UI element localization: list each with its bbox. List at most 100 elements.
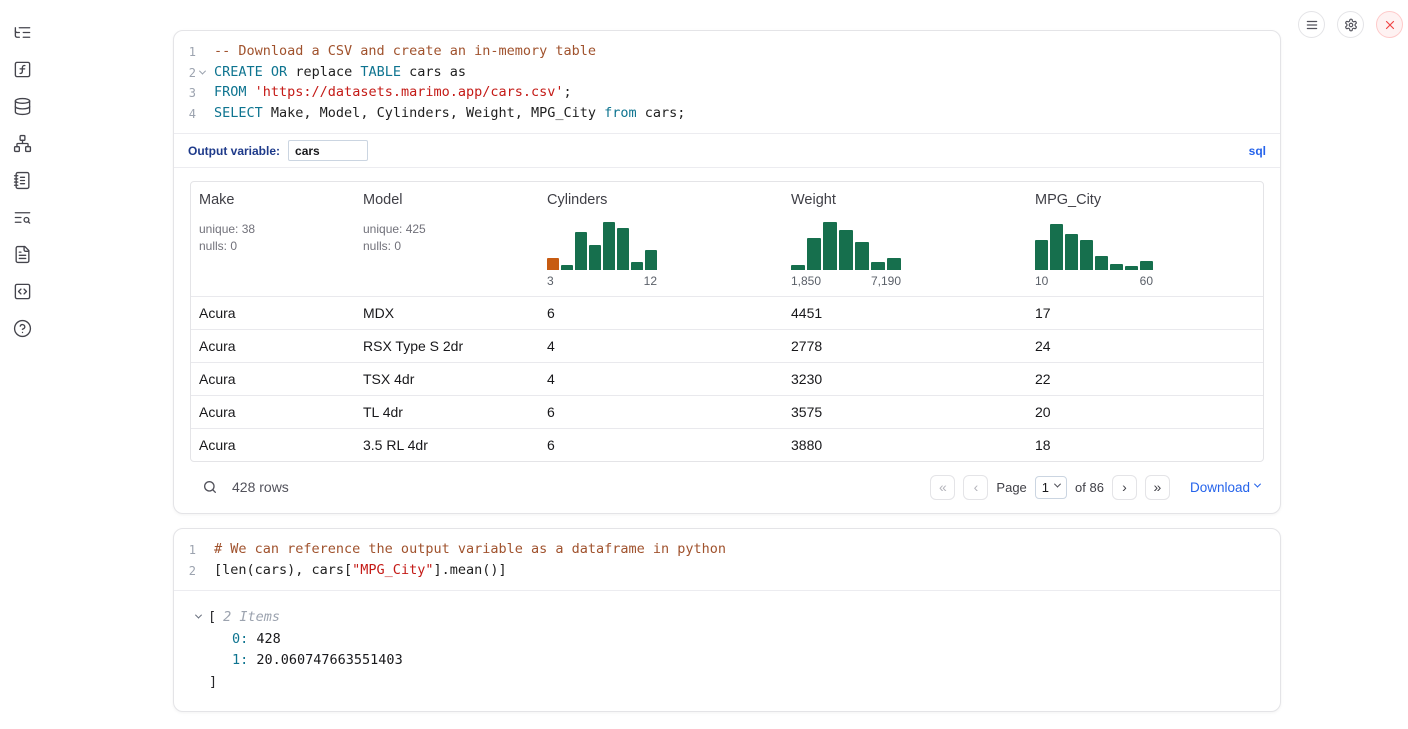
- table-cell: Acura: [191, 338, 355, 354]
- table-cell: Acura: [191, 371, 355, 387]
- language-badge: sql: [1249, 144, 1266, 158]
- prev-page-button[interactable]: ‹: [963, 475, 988, 500]
- column-histogram: 1,8507,190: [791, 218, 1027, 288]
- line-number: 4: [174, 104, 196, 125]
- line-number: 1: [174, 42, 196, 63]
- download-label: Download: [1190, 480, 1250, 495]
- page-select[interactable]: 1: [1035, 476, 1067, 499]
- table-cell: Acura: [191, 305, 355, 321]
- column-stats: unique: 425nulls: 0: [363, 221, 539, 255]
- histogram-bar: [1035, 240, 1048, 270]
- histogram-bar: [855, 242, 869, 270]
- column-name[interactable]: Cylinders: [547, 192, 783, 208]
- fold-gutter: [196, 561, 208, 582]
- histogram-bars: [547, 218, 657, 270]
- table-cell: 6: [539, 305, 783, 321]
- next-page-button[interactable]: ›: [1112, 475, 1137, 500]
- table-row: AcuraTSX 4dr4323022: [191, 362, 1263, 395]
- python-code-editor[interactable]: 1# We can reference the output variable …: [174, 529, 1280, 590]
- variables-icon[interactable]: [12, 59, 32, 79]
- gear-icon: [1344, 18, 1358, 32]
- scratchpad-icon[interactable]: [12, 170, 32, 190]
- first-page-button[interactable]: «: [930, 475, 955, 500]
- line-number: 2: [174, 561, 196, 582]
- output-variable-label: Output variable:: [188, 144, 280, 158]
- file-explorer-icon[interactable]: [12, 22, 32, 42]
- table-search-button[interactable]: [200, 477, 220, 497]
- code-line: 1-- Download a CSV and create an in-memo…: [174, 42, 1280, 63]
- table-cell: 3.5 RL 4dr: [355, 437, 539, 453]
- histogram-bar: [589, 245, 601, 270]
- histogram-bar: [1125, 266, 1138, 270]
- column-name[interactable]: Weight: [791, 192, 1027, 208]
- table-cell: 3880: [783, 437, 1027, 453]
- logs-icon[interactable]: [12, 207, 32, 227]
- code-text: # We can reference the output variable a…: [208, 540, 726, 561]
- documentation-icon[interactable]: [12, 244, 32, 264]
- open-bracket: [: [208, 607, 216, 629]
- column-name[interactable]: Model: [363, 192, 539, 208]
- line-number: 3: [174, 83, 196, 104]
- settings-button[interactable]: [1337, 11, 1364, 38]
- histogram-bar: [645, 250, 657, 270]
- output-variable-bar: Output variable: sql: [174, 133, 1280, 167]
- table-cell: 4: [539, 338, 783, 354]
- table-column-header: Cylinders 312: [539, 192, 783, 288]
- fold-chevron-icon[interactable]: [196, 63, 208, 84]
- table-cell: 20: [1027, 404, 1263, 420]
- fold-gutter: [196, 42, 208, 63]
- table-cell: 4: [539, 371, 783, 387]
- column-stats: unique: 38nulls: 0: [199, 221, 355, 255]
- shutdown-button[interactable]: [1376, 11, 1403, 38]
- python-cell: 1# We can reference the output variable …: [173, 528, 1281, 712]
- close-icon: [1383, 18, 1397, 32]
- table-column-header: MPG_City 1060: [1027, 192, 1263, 288]
- table-row: AcuraTL 4dr6357520: [191, 395, 1263, 428]
- dependency-graph-icon[interactable]: [12, 133, 32, 153]
- code-text: [len(cars), cars["MPG_City"].mean()]: [208, 561, 507, 582]
- histogram-bar: [887, 258, 901, 270]
- table-cell: TSX 4dr: [355, 371, 539, 387]
- menu-button[interactable]: [1298, 11, 1325, 38]
- table-cell: 2778: [783, 338, 1027, 354]
- output-variable-input[interactable]: [288, 140, 368, 161]
- page-label: Page: [996, 480, 1026, 495]
- histogram-bar: [1050, 224, 1063, 270]
- pagination: « ‹ Page 1 of 86 › » Download: [930, 475, 1260, 500]
- histogram-axis-labels: 1060: [1035, 274, 1153, 288]
- histogram-bar: [547, 258, 559, 270]
- python-cell-output: [ 2 Items 0: 4281: 20.060747663551403 ]: [174, 590, 1280, 711]
- table-cell: 24: [1027, 338, 1263, 354]
- table-footer: 428 rows « ‹ Page 1 of 86 › » Download: [190, 473, 1264, 501]
- histogram-bar: [1110, 264, 1123, 270]
- table-cell: 18: [1027, 437, 1263, 453]
- chevron-down-icon: [1254, 481, 1261, 488]
- table-row: AcuraRSX Type S 2dr4277824: [191, 329, 1263, 362]
- snippets-icon[interactable]: [12, 281, 32, 301]
- collapse-chevron-icon[interactable]: [196, 614, 201, 619]
- column-name[interactable]: Make: [199, 192, 355, 208]
- data-sources-icon[interactable]: [12, 96, 32, 116]
- histogram-bar: [1080, 240, 1093, 270]
- table-cell: 3575: [783, 404, 1027, 420]
- sql-code-editor[interactable]: 1-- Download a CSV and create an in-memo…: [174, 31, 1280, 133]
- table-cell: 3230: [783, 371, 1027, 387]
- table-cell: 17: [1027, 305, 1263, 321]
- output-list-header: [ 2 Items: [196, 607, 1264, 629]
- page-select-value: 1: [1042, 480, 1049, 495]
- search-icon: [202, 479, 218, 495]
- histogram-axis-labels: 312: [547, 274, 657, 288]
- last-page-button[interactable]: »: [1145, 475, 1170, 500]
- histogram-bar: [791, 265, 805, 270]
- histogram-axis-labels: 1,8507,190: [791, 274, 901, 288]
- table-cell: Acura: [191, 437, 355, 453]
- table-cell: Acura: [191, 404, 355, 420]
- feedback-icon[interactable]: [12, 318, 32, 338]
- table-column-header: Make unique: 38nulls: 0: [191, 192, 355, 288]
- column-name[interactable]: MPG_City: [1035, 192, 1263, 208]
- table-cell: TL 4dr: [355, 404, 539, 420]
- download-button[interactable]: Download: [1190, 480, 1260, 495]
- close-bracket: ]: [196, 672, 1264, 694]
- code-text: CREATE OR replace TABLE cars as: [208, 63, 466, 84]
- output-list-entries: 0: 4281: 20.060747663551403: [196, 629, 1264, 672]
